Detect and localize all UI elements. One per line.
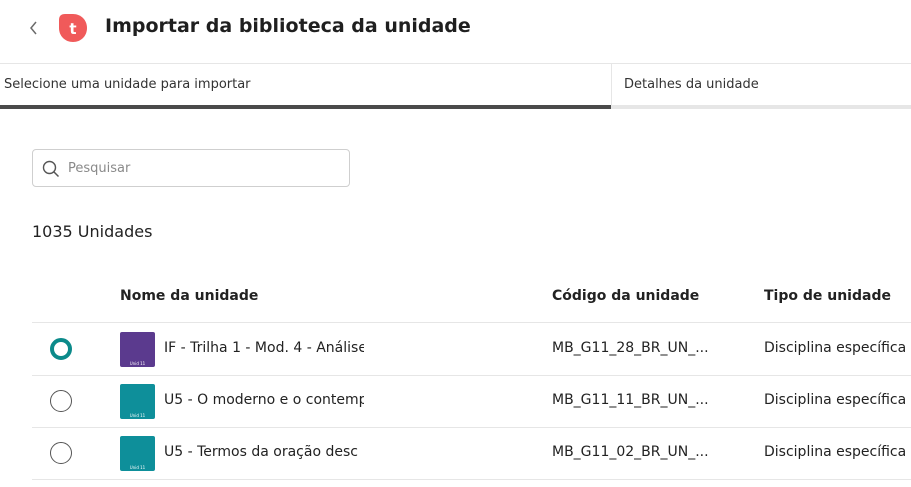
unit-thumbnail: Unid 11 xyxy=(120,384,155,419)
tab-active-indicator xyxy=(0,105,611,109)
app-logo: t xyxy=(57,12,89,44)
unit-count: 1035 Unidades xyxy=(32,222,153,241)
chevron-left-icon xyxy=(30,21,37,35)
logo-letter: t xyxy=(69,20,76,38)
unit-thumbnail: Unid 11 xyxy=(120,436,155,471)
unit-code: MB_G11_02_BR_UN_... xyxy=(552,444,709,460)
table-row[interactable]: Unid 11 IF - Trilha 1 - Mod. 4 - Análise… xyxy=(32,323,911,376)
column-header-name[interactable]: Nome da unidade xyxy=(120,288,258,304)
table-row[interactable]: Unid 11 U5 - O moderno e o contemporâneo… xyxy=(32,375,911,428)
unit-name: U5 - O moderno e o contemporâneo xyxy=(164,392,364,408)
column-header-code[interactable]: Código da unidade xyxy=(552,288,699,304)
column-header-type[interactable]: Tipo de unidade xyxy=(764,288,891,304)
table-row[interactable]: Unid 11 U5 - Termos da oração desc MB_G1… xyxy=(32,427,911,480)
tab-indicator xyxy=(612,105,911,109)
row-radio-selected[interactable] xyxy=(50,338,72,360)
search-input[interactable] xyxy=(68,158,338,178)
unit-type: Disciplina específica xyxy=(764,392,907,408)
unit-name: IF - Trilha 1 - Mod. 4 - Análise xyxy=(164,340,364,356)
row-radio[interactable] xyxy=(50,390,72,412)
unit-code: MB_G11_11_BR_UN_... xyxy=(552,392,709,408)
tab-label: Detalhes da unidade xyxy=(624,77,759,92)
tab-label: Selecione uma unidade para importar xyxy=(4,77,251,92)
search-icon xyxy=(42,160,60,178)
header: t Importar da biblioteca da unidade xyxy=(0,0,911,64)
unit-type: Disciplina específica xyxy=(764,444,907,460)
unit-type: Disciplina específica xyxy=(764,340,907,356)
unit-thumbnail: Unid 11 xyxy=(120,332,155,367)
unit-code: MB_G11_28_BR_UN_... xyxy=(552,340,709,356)
unit-name: U5 - Termos da oração desc xyxy=(164,444,358,460)
page-title: Importar da biblioteca da unidade xyxy=(105,15,471,37)
row-radio[interactable] xyxy=(50,442,72,464)
search-box[interactable] xyxy=(32,149,350,187)
tab-bar: Selecione uma unidade para importar Deta… xyxy=(0,64,911,109)
tab-select-unit[interactable]: Selecione uma unidade para importar xyxy=(0,64,612,109)
tab-unit-details[interactable]: Detalhes da unidade xyxy=(612,64,911,109)
back-button[interactable] xyxy=(25,18,43,38)
table-header: Nome da unidade Código da unidade Tipo d… xyxy=(32,272,911,323)
